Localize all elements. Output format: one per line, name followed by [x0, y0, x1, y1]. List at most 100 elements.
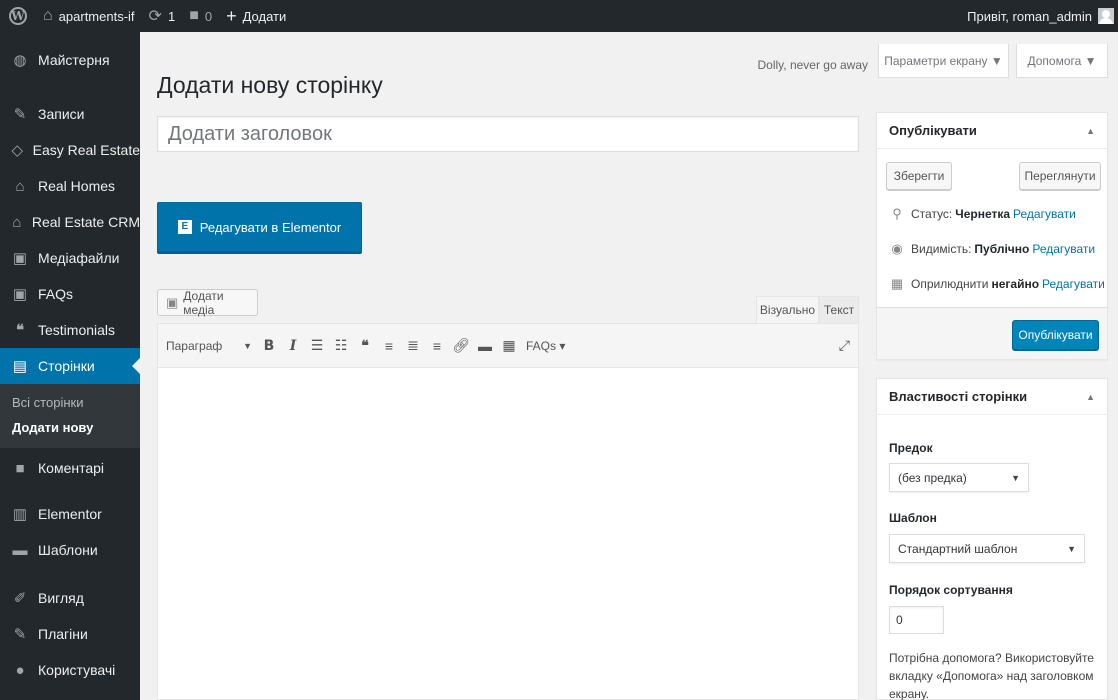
- publish-button[interactable]: Опублікувати: [1012, 320, 1099, 350]
- format-select[interactable]: Параграф ▼: [166, 339, 258, 353]
- house-icon: ⌂: [12, 213, 22, 231]
- bold-icon[interactable]: B: [258, 334, 280, 358]
- submenu-all-pages[interactable]: Всі сторінки: [0, 390, 140, 415]
- house-outline-icon: ◇: [11, 142, 24, 159]
- edit-status-link[interactable]: Редагувати: [1013, 207, 1076, 221]
- updates-count: 1: [167, 8, 176, 24]
- sidebar-item-dashboard[interactable]: ◍ Майстерня: [0, 42, 140, 78]
- preview-button[interactable]: Переглянути: [1019, 162, 1101, 190]
- updates-link[interactable]: ⟳ 1: [142, 0, 183, 32]
- publish-time-value: негайно: [991, 277, 1040, 291]
- help-text: Потрібна допомога? Використовуйте вкладк…: [889, 651, 1094, 700]
- italic-icon[interactable]: I: [282, 334, 304, 358]
- avatar: [1098, 8, 1114, 24]
- faqs-dropdown[interactable]: FAQs ▾: [526, 339, 565, 353]
- sidebar-item-label: Записи: [38, 106, 85, 122]
- blockquote-icon[interactable]: ❝: [354, 334, 376, 358]
- sidebar-item-pages[interactable]: ▤ Сторінки: [0, 348, 140, 384]
- title-input[interactable]: [157, 116, 859, 152]
- edit-with-elementor-button[interactable]: E Редагувати в Elementor: [157, 202, 362, 252]
- sidebar-item-posts[interactable]: ✎ Записи: [0, 96, 140, 132]
- link-icon[interactable]: 🔗︎: [450, 334, 472, 358]
- screen-options-button[interactable]: Параметри екрану ▼: [878, 44, 1009, 78]
- my-account-link[interactable]: Привіт, roman_admin: [960, 0, 1118, 32]
- editor-content-area[interactable]: [158, 368, 858, 698]
- media-icon: ▣: [12, 250, 28, 267]
- visibility-row: ◉ Видимість: Публічно Редагувати: [889, 241, 1095, 257]
- sidebar-item-elementor[interactable]: ▥ Elementor: [0, 496, 140, 532]
- updates-icon: ⟳: [148, 8, 162, 25]
- quote-icon: ❝: [15, 322, 25, 339]
- read-more-icon[interactable]: ▬: [474, 334, 496, 358]
- sidebar-item-label: Elementor: [38, 506, 102, 522]
- comments-count: 0: [204, 8, 213, 24]
- align-center-icon[interactable]: ≣: [402, 334, 424, 358]
- media-icon: ▣: [166, 294, 179, 310]
- wordpress-logo-icon[interactable]: W: [0, 0, 36, 32]
- home-icon: ⌂: [43, 7, 53, 24]
- parent-select[interactable]: (без предка) ▼: [889, 463, 1029, 492]
- house-outline-icon: ⌂: [15, 177, 25, 195]
- template-label: Шаблон: [889, 511, 937, 525]
- sidebar-item-appearance[interactable]: ✐ Вигляд: [0, 580, 140, 616]
- greeting: Привіт, roman_admin: [967, 8, 1092, 24]
- comments-link[interactable]: ■ 0: [182, 0, 219, 32]
- sidebar-item-label: Майстерня: [38, 52, 110, 68]
- elementor-button-label: Редагувати в Elementor: [199, 219, 342, 235]
- align-left-icon[interactable]: ≡: [378, 334, 400, 358]
- submenu-add-new[interactable]: Додати нову: [0, 415, 140, 440]
- page-attributes-title: Властивості сторінки: [889, 389, 1028, 404]
- sidebar-item-label: Testimonials: [38, 322, 116, 338]
- sidebar-item-templates[interactable]: ▬ Шаблони: [0, 532, 140, 568]
- numbered-list-icon[interactable]: ☷: [330, 334, 352, 358]
- sidebar-item-plugins[interactable]: ✎ Плагіни: [0, 616, 140, 652]
- sidebar-item-users[interactable]: ● Користувачі: [0, 652, 140, 688]
- add-media-button[interactable]: ▣ Додати медіа: [157, 289, 258, 317]
- sidebar-item-label: Плагіни: [38, 626, 88, 642]
- sidebar-item-media[interactable]: ▣ Медіафайли: [0, 240, 140, 276]
- parent-value: (без предка): [898, 470, 967, 485]
- sidebar-item-faqs[interactable]: ▣ FAQs: [0, 276, 140, 312]
- edit-visibility-link[interactable]: Редагувати: [1032, 242, 1095, 256]
- pin-icon: ✎: [13, 106, 27, 123]
- elementor-icon: ▥: [12, 506, 28, 523]
- new-content-link[interactable]: + Додати: [219, 0, 293, 32]
- align-right-icon[interactable]: ≡: [426, 334, 448, 358]
- template-select[interactable]: Стандартний шаблон ▼: [889, 534, 1085, 563]
- elementor-icon: E: [177, 220, 192, 234]
- publish-box-header[interactable]: Опублікувати ▲: [877, 113, 1107, 149]
- brush-icon: ✐: [13, 590, 27, 607]
- calendar-icon: ▦: [890, 276, 904, 291]
- bullet-list-icon[interactable]: ☰: [306, 334, 328, 358]
- help-button[interactable]: Допомога ▼: [1016, 44, 1108, 78]
- publish-box-title: Опублікувати: [889, 123, 977, 138]
- hello-dolly-text: Dolly, never go away: [757, 58, 869, 72]
- chevron-down-icon: ▼: [1067, 543, 1076, 554]
- sidebar-item-label: Real Estate CRM: [31, 214, 140, 230]
- save-draft-button[interactable]: Зберегти: [886, 162, 952, 190]
- site-name: apartments-if: [58, 8, 135, 24]
- toolbar-toggle-icon[interactable]: ▦: [498, 334, 520, 358]
- sidebar-item-easy-real-estate[interactable]: ◇ Easy Real Estate: [0, 132, 140, 168]
- collapse-arrow-icon[interactable]: ▲: [1086, 126, 1095, 136]
- sidebar-item-comments[interactable]: ■ Коментарі: [0, 450, 140, 486]
- status-row: ⚲ Статус: Чернетка Редагувати: [889, 206, 1076, 222]
- user-icon: ●: [15, 661, 25, 679]
- page-attributes-box: Властивості сторінки ▲ Предок (без предк…: [876, 378, 1108, 700]
- comment-icon: ■: [15, 459, 25, 477]
- sidebar-item-label: Користувачі: [38, 662, 116, 678]
- admin-sidebar: ◍ Майстерня ✎ Записи ◇ Easy Real Estate ⌂ Re…: [0, 32, 140, 700]
- sidebar-item-real-homes[interactable]: ⌂ Real Homes: [0, 168, 140, 204]
- sidebar-item-real-estate-crm[interactable]: ⌂ Real Estate CRM: [0, 204, 140, 240]
- tab-visual[interactable]: Візуально: [756, 296, 819, 323]
- fullscreen-icon[interactable]: ⤢: [839, 337, 850, 354]
- sidebar-item-testimonials[interactable]: ❝ Testimonials: [0, 312, 140, 348]
- edit-publish-time-link[interactable]: Редагувати: [1042, 277, 1105, 291]
- page-title: Додати нову сторінку: [157, 72, 383, 98]
- order-input[interactable]: [889, 606, 944, 634]
- tab-text[interactable]: Текст: [819, 296, 859, 323]
- page-attributes-header[interactable]: Властивості сторінки ▲: [877, 379, 1107, 415]
- site-name-link[interactable]: ⌂ apartments-if: [36, 0, 142, 32]
- visibility-label: Видимість:: [911, 242, 972, 256]
- collapse-arrow-icon[interactable]: ▲: [1086, 392, 1095, 402]
